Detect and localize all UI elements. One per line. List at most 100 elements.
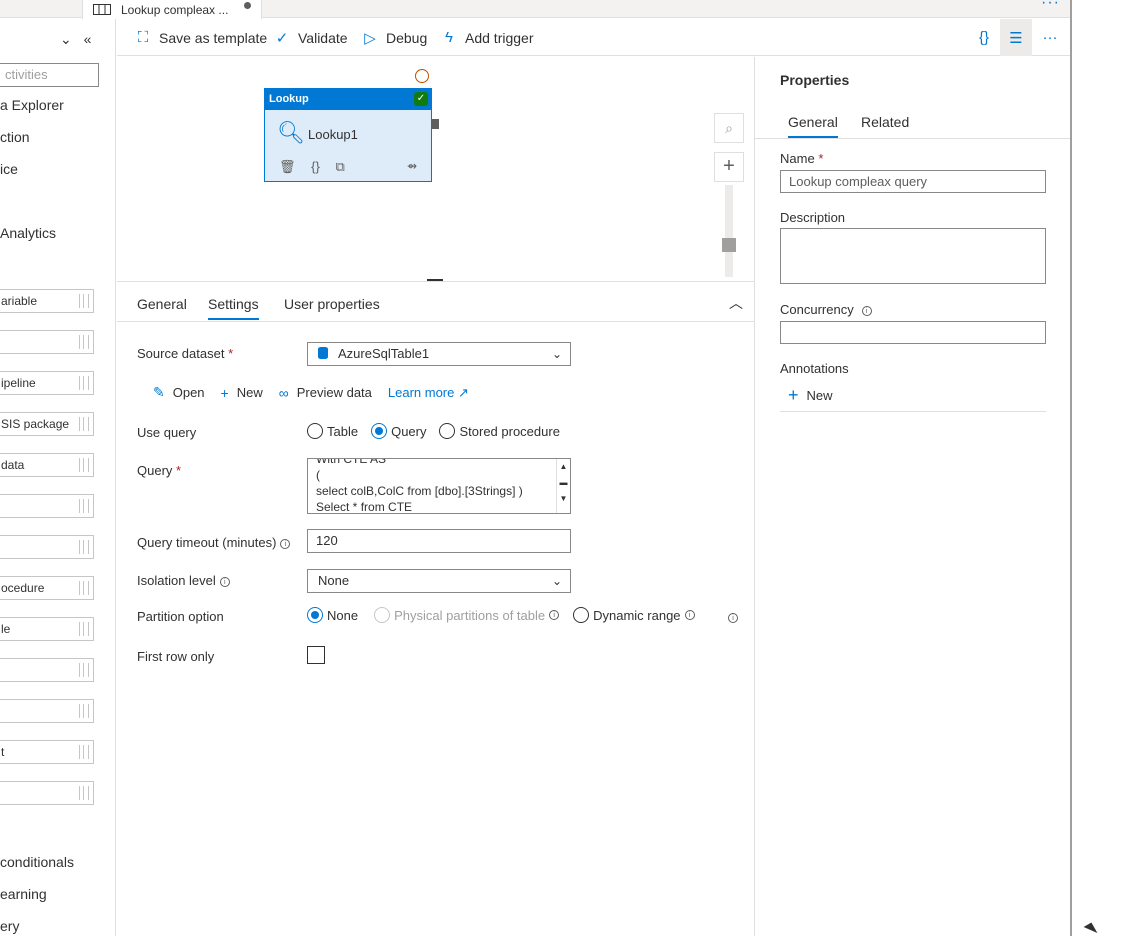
properties-title: Properties [780,72,850,88]
query-textarea[interactable]: With CTE AS ( select colB,ColC from [dbo… [307,458,571,514]
activities-search-input[interactable]: ctivities [0,63,99,87]
tab-general[interactable]: General [137,296,187,318]
sidebar-category[interactable]: earning [0,886,47,902]
activity-type-label: Lookup [269,93,309,105]
search-icon[interactable]: ⌕ [714,113,744,143]
name-input[interactable]: Lookup compleax query [780,170,1046,193]
mouse-cursor-icon [1083,922,1098,936]
chevron-down-icon: ⌄ [551,574,562,588]
open-dataset-button[interactable]: ✎ Open [153,384,205,401]
add-trigger-button[interactable]: ϟ Add trigger [441,29,533,46]
activity-item[interactable] [0,494,94,518]
tab-strip: Lookup compleax ... ··· [0,0,1070,19]
info-icon: i [549,610,560,620]
drag-handle-icon [79,663,89,677]
pipeline-tab[interactable]: Lookup compleax ... [82,0,262,19]
drag-handle-icon [79,540,89,554]
source-dataset-select[interactable]: AzureSqlTable1 ⌄ [307,342,571,366]
sidebar-category[interactable]: ice [0,161,18,177]
plus-icon: + [220,384,229,401]
activity-item[interactable]: le [0,617,94,641]
activity-output-port[interactable] [431,119,439,129]
activity-item[interactable]: data [0,453,94,477]
sidebar-category[interactable]: Analytics [0,225,56,241]
drag-handle-icon [79,704,89,718]
connect-output-icon[interactable]: ⇴ [407,159,417,173]
zoom-slider-track[interactable] [725,185,733,277]
activity-item[interactable]: ariable [0,289,94,313]
code-icon[interactable]: {} [969,19,999,56]
activity-item[interactable]: t [0,740,94,764]
lookup-magnifier-icon: 🔍︎ [277,120,305,145]
tab-properties-general[interactable]: General [788,114,838,138]
partition-none-radio[interactable]: None [307,607,358,623]
partition-dynamic-range-radio[interactable]: Dynamic range i [573,607,695,623]
external-link-icon: ↗ [458,384,469,400]
tab-settings[interactable]: Settings [208,296,259,320]
first-row-only-label: First row only [137,649,215,664]
expand-all-icon[interactable]: ⌄ [60,31,72,48]
debug-button[interactable]: ▷ Debug [362,29,427,47]
use-query-query-radio[interactable]: Query [371,423,426,439]
isolation-level-label: Isolation level i [137,573,230,588]
validate-button[interactable]: ✓ Validate [274,29,348,47]
description-label: Description [780,210,846,225]
description-textarea[interactable] [780,228,1046,284]
plus-icon: + [788,385,799,405]
new-annotation-button[interactable]: + New [788,385,833,406]
activity-item[interactable] [0,330,94,354]
concurrency-label: Concurrency i [780,302,872,317]
tab-user-properties[interactable]: User properties [284,296,380,318]
drag-handle-icon [79,745,89,759]
more-icon[interactable]: ··· [1041,0,1060,12]
save-as-template-button[interactable]: ⛶ Save as template [135,29,267,46]
properties-toggle-icon[interactable]: ☰ [1000,19,1032,56]
tab-title: Lookup compleax ... [121,2,229,17]
query-timeout-input[interactable]: 120 [307,529,571,553]
drag-handle-icon [79,294,89,308]
sidebar-category[interactable]: a Explorer [0,97,64,113]
textarea-scrollbar[interactable]: ▲ ▬ ▼ [556,459,570,513]
splitter-handle[interactable] [427,279,443,281]
glasses-icon: ∞ [278,384,289,401]
learn-more-link[interactable]: Learn more ↗ [388,384,469,401]
template-icon: ⛶ [137,29,149,46]
activity-item[interactable]: SIS package [0,412,94,436]
tab-properties-related[interactable]: Related [861,114,909,136]
activity-item[interactable] [0,658,94,682]
annotations-label: Annotations [780,361,849,376]
first-row-only-checkbox[interactable] [307,646,325,664]
copy-icon[interactable]: ⧉ [335,159,344,174]
sidebar-category[interactable]: ery [0,918,19,934]
chevron-up-icon[interactable]: ︿ [729,293,743,313]
query-label: Query * [137,463,182,478]
isolation-level-select[interactable]: None ⌄ [307,569,571,593]
use-query-label: Use query [137,425,197,440]
partition-physical-radio[interactable]: Physical partitions of table i [374,607,560,623]
preview-data-button[interactable]: ∞ Preview data [279,384,372,401]
use-query-table-radio[interactable]: Table [307,423,358,439]
zoom-slider-thumb[interactable] [722,238,736,252]
activity-item[interactable] [0,535,94,559]
sql-database-icon [318,347,328,359]
delete-icon[interactable]: 🗑︎ [279,159,296,174]
sidebar-category[interactable]: ction [0,129,30,145]
pipeline-toolbar: ⛶ Save as template ✓ Validate ▷ Debug ϟ … [117,19,1070,56]
collapse-sidebar-icon[interactable]: « [84,31,92,47]
concurrency-input[interactable] [780,321,1046,344]
activity-item[interactable]: ipeline [0,371,94,395]
info-icon: i [684,610,695,620]
new-dataset-button[interactable]: + New [221,384,263,401]
activity-item[interactable] [0,699,94,723]
activity-item[interactable]: ocedure [0,576,94,600]
sidebar-category[interactable]: conditionals [0,854,74,870]
activity-item[interactable] [0,781,94,805]
lookup-activity-node[interactable]: Lookup ✓ 🔍︎ Lookup1 🗑︎ {} ⧉ ⇴ [264,88,432,182]
use-query-stored-procedure-radio[interactable]: Stored procedure [439,423,560,439]
drag-handle-icon [79,335,89,349]
pipeline-canvas[interactable]: Lookup ✓ 🔍︎ Lookup1 🗑︎ {} ⧉ ⇴ ⌕ + [117,57,754,282]
zoom-in-icon[interactable]: + [714,152,744,182]
more-options-icon[interactable]: ··· [1035,19,1065,56]
code-icon[interactable]: {} [311,159,320,174]
activity-name: Lookup1 [308,127,358,142]
